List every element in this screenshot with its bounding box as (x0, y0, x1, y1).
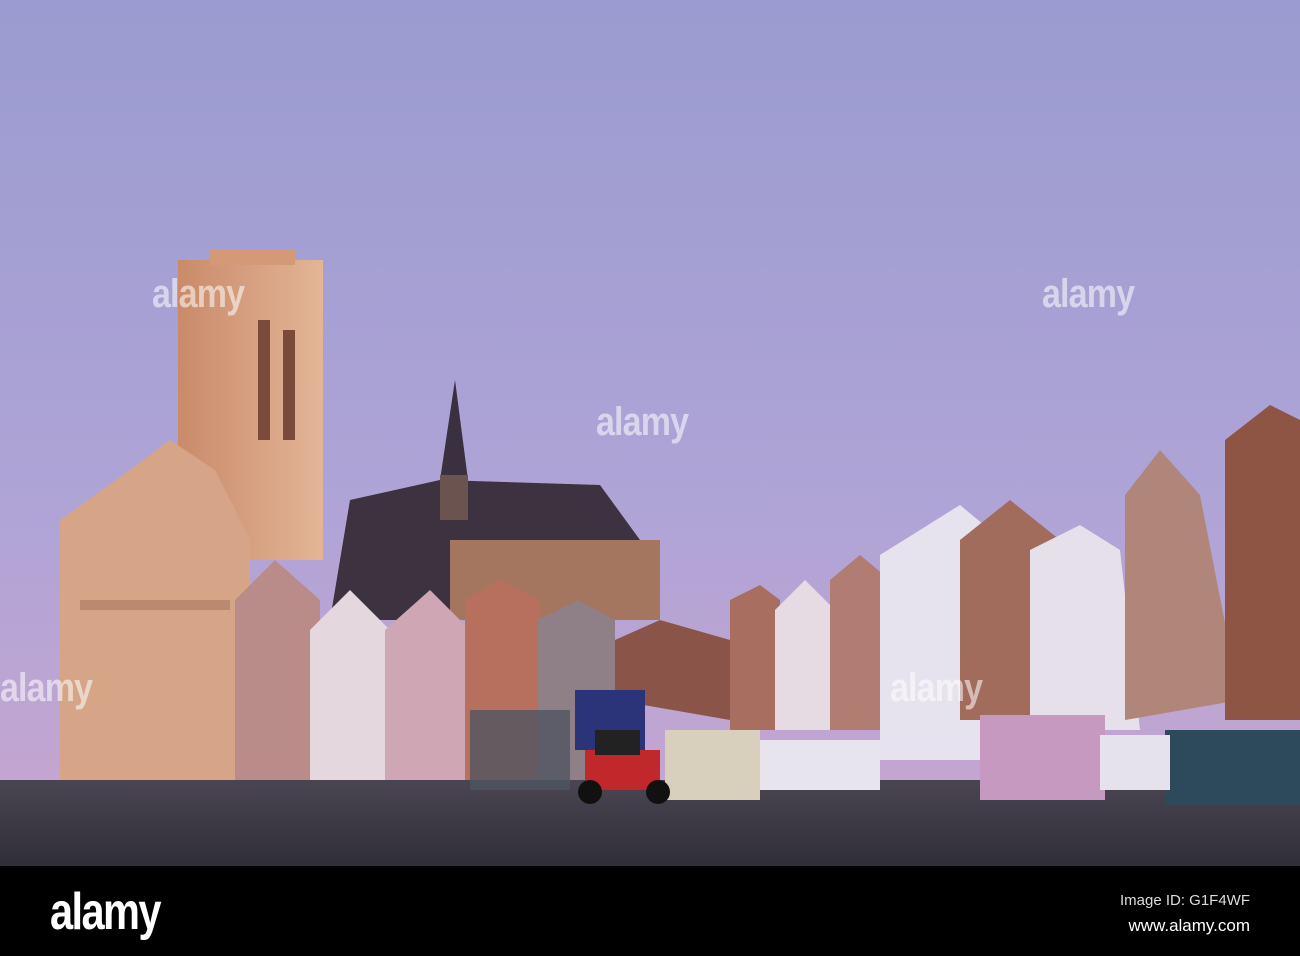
image-id: Image ID: G1F4WF (1119, 892, 1250, 909)
watermark: alamy (890, 666, 983, 710)
watermark: alamy (0, 666, 93, 710)
watermark: alamy (1042, 272, 1135, 316)
website-link[interactable]: www.alamy.com (1128, 916, 1250, 936)
footer-bar: alamy Image ID: G1F4WF www.alamy.com (0, 866, 1300, 956)
alamy-logo: alamy (50, 883, 162, 941)
watermark: alamy (596, 400, 689, 444)
watermark: alamy (152, 272, 245, 316)
